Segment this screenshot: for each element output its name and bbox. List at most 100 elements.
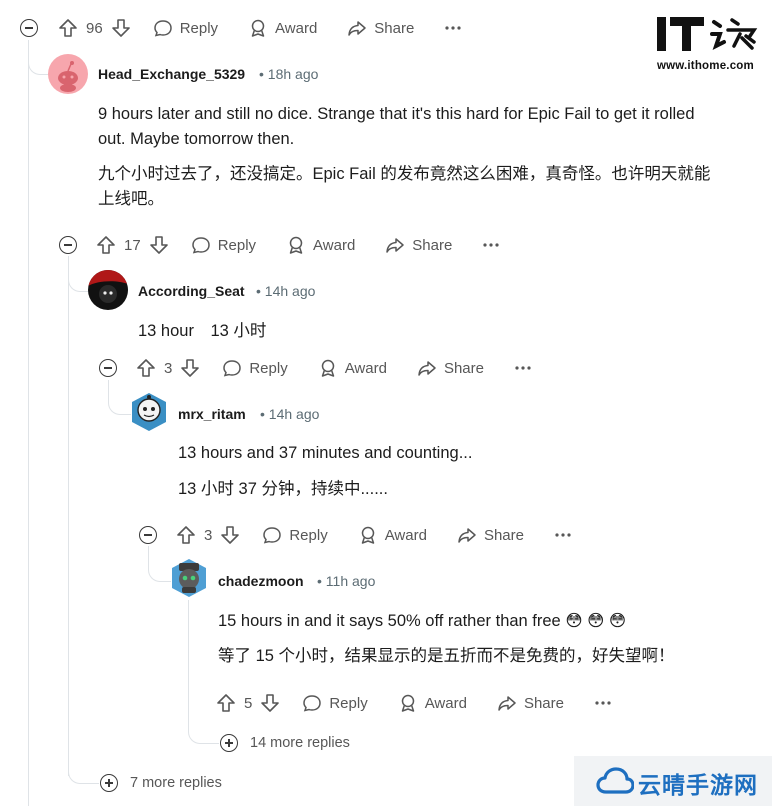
share-button[interactable]: Share <box>457 525 524 545</box>
reply-button[interactable]: Reply <box>153 18 218 38</box>
more-options-button[interactable] <box>444 25 462 31</box>
snoo-avatar-icon <box>58 61 78 92</box>
ithome-logo-icon <box>657 17 758 51</box>
top-action-bar: 96 Reply Award Share <box>58 14 492 42</box>
comment-username[interactable]: According_Seat <box>138 283 245 299</box>
comment-action-bar: 3 Reply Award Share <box>176 521 602 549</box>
reply-label: Reply <box>329 694 368 712</box>
more-options-icon <box>483 243 499 247</box>
upvote-icon[interactable] <box>96 235 116 255</box>
avatar[interactable] <box>128 391 170 433</box>
collapse-thread-button[interactable] <box>20 19 38 37</box>
downvote-icon[interactable] <box>111 18 131 38</box>
comment-text-line: 等了 15 个小时，结果显示的是五折而不是免费的，好失望啊！ <box>218 647 675 665</box>
collapse-thread-button[interactable] <box>59 236 77 254</box>
award-label: Award <box>313 236 356 254</box>
reply-icon <box>223 360 242 377</box>
ithome-url: www.ithome.com <box>657 60 754 72</box>
comment-username[interactable]: chadezmoon <box>218 573 304 589</box>
more-options-button[interactable] <box>554 532 572 538</box>
comment-text-line: 13 hours and 37 minutes and counting... <box>178 444 473 462</box>
reply-label: Reply <box>249 359 288 377</box>
share-button[interactable]: Share <box>347 18 414 38</box>
share-icon <box>458 528 476 543</box>
more-replies-link[interactable]: 7 more replies <box>130 775 222 791</box>
thread-line-chadezmoon <box>188 600 189 712</box>
comment-meta: • 14h ago <box>256 283 316 299</box>
vote-score: 5 <box>244 694 253 712</box>
award-label: Award <box>275 19 318 37</box>
vote-score: 96 <box>86 19 103 37</box>
comment-meta: • 18h ago <box>259 66 319 82</box>
more-replies-link[interactable]: 14 more replies <box>250 735 350 751</box>
upvote-icon[interactable] <box>136 358 156 378</box>
more-options-button[interactable] <box>482 242 500 248</box>
award-button[interactable]: Award <box>398 693 467 713</box>
site-watermark-text: 云晴手游网 <box>638 772 758 798</box>
more-options-icon <box>445 26 461 30</box>
upvote-icon[interactable] <box>216 693 236 713</box>
collapse-thread-button[interactable] <box>139 526 157 544</box>
award-button[interactable]: Award <box>248 18 317 38</box>
award-button[interactable]: Award <box>358 525 427 545</box>
reply-icon <box>153 20 172 37</box>
expand-replies-button[interactable] <box>100 774 118 792</box>
award-label: Award <box>424 694 467 712</box>
expand-replies-button[interactable] <box>220 734 238 752</box>
upvote-icon[interactable] <box>58 18 78 38</box>
comment-text-line: 9 hours later and still no dice. Strange… <box>98 105 695 123</box>
award-label: Award <box>384 526 427 544</box>
downvote-icon[interactable] <box>220 525 240 545</box>
reply-button[interactable]: Reply <box>191 235 256 255</box>
more-options-icon <box>595 701 611 705</box>
vote-score: 17 <box>124 236 141 254</box>
comment-text-line: 上线吧。 <box>98 190 164 208</box>
comment-action-bar: 17 Reply Award Share <box>96 231 530 259</box>
comment-meta: • 11h ago <box>317 573 376 589</box>
vote-score: 3 <box>204 526 213 544</box>
avatar[interactable] <box>48 54 88 94</box>
comment-username[interactable]: Head_Exchange_5329 <box>98 66 245 82</box>
upvote-icon[interactable] <box>176 525 196 545</box>
comment-username[interactable]: mrx_ritam <box>178 406 246 422</box>
more-options-icon <box>515 366 531 370</box>
thread-line-head-exchange <box>68 256 69 776</box>
comment-body: 13 hour 13 小时 <box>138 319 738 344</box>
downvote-icon[interactable] <box>260 693 280 713</box>
share-icon <box>418 361 436 376</box>
downvote-icon[interactable] <box>149 235 169 255</box>
reply-icon <box>263 527 282 544</box>
reply-button[interactable]: Reply <box>262 525 328 545</box>
comment-time: 11h ago <box>325 573 376 589</box>
award-button[interactable]: Award <box>286 235 355 255</box>
award-icon <box>401 694 414 712</box>
more-options-icon <box>555 533 571 537</box>
more-options-button[interactable] <box>514 365 532 371</box>
reply-button[interactable]: Reply <box>302 693 368 713</box>
share-icon <box>386 238 405 253</box>
downvote-icon[interactable] <box>180 358 200 378</box>
comment-time: 14h ago <box>264 283 316 299</box>
collapse-thread-button[interactable] <box>99 359 117 377</box>
share-label: Share <box>523 694 564 712</box>
site-watermark: 云晴手游网 <box>574 756 772 806</box>
reply-button[interactable]: Reply <box>222 358 288 378</box>
thread-line-root <box>28 40 29 806</box>
share-label: Share <box>412 236 453 254</box>
share-button[interactable]: Share <box>417 358 484 378</box>
comment-text-line: 13 hour 13 小时 <box>138 322 267 340</box>
avatar[interactable] <box>88 270 128 310</box>
comment-text-line: 15 hours in and it says 50% off rather t… <box>218 612 627 630</box>
share-label: Share <box>483 526 524 544</box>
comment-meta: • 14h ago <box>260 406 320 422</box>
award-button[interactable]: Award <box>318 358 387 378</box>
comment-time: 18h ago <box>267 66 319 82</box>
reply-label: Reply <box>289 526 328 544</box>
vote-group: 96 <box>58 18 131 38</box>
comment-action-bar: 3 Reply Award Share <box>136 354 562 382</box>
share-button[interactable]: Share <box>385 235 452 255</box>
more-options-button[interactable] <box>594 700 612 706</box>
user-avatar-icon <box>88 270 128 303</box>
avatar[interactable] <box>168 557 210 599</box>
share-button[interactable]: Share <box>497 693 564 713</box>
